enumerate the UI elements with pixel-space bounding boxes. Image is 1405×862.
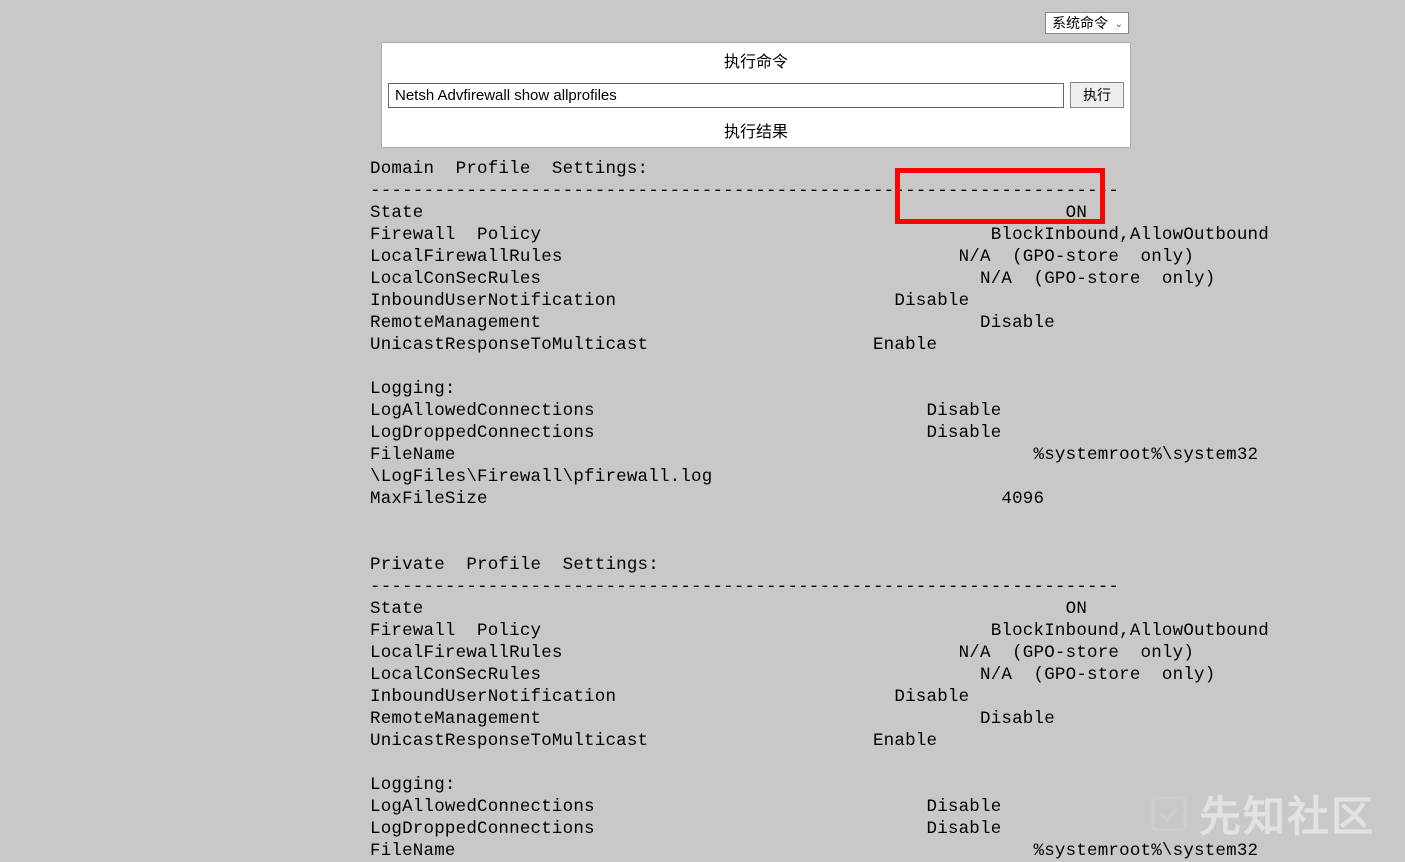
- command-row: 执行: [382, 77, 1130, 113]
- command-panel: 执行命令 执行 执行结果: [381, 42, 1131, 148]
- command-input[interactable]: [388, 83, 1064, 108]
- exec-result-header: 执行结果: [382, 113, 1130, 147]
- command-type-dropdown[interactable]: 系统命令: [1045, 12, 1129, 34]
- command-type-dropdown-wrap: 系统命令 ⌄: [1045, 12, 1129, 34]
- command-output: Domain Profile Settings: ---------------…: [370, 158, 1269, 862]
- run-button[interactable]: 执行: [1070, 82, 1124, 108]
- exec-command-header: 执行命令: [382, 43, 1130, 77]
